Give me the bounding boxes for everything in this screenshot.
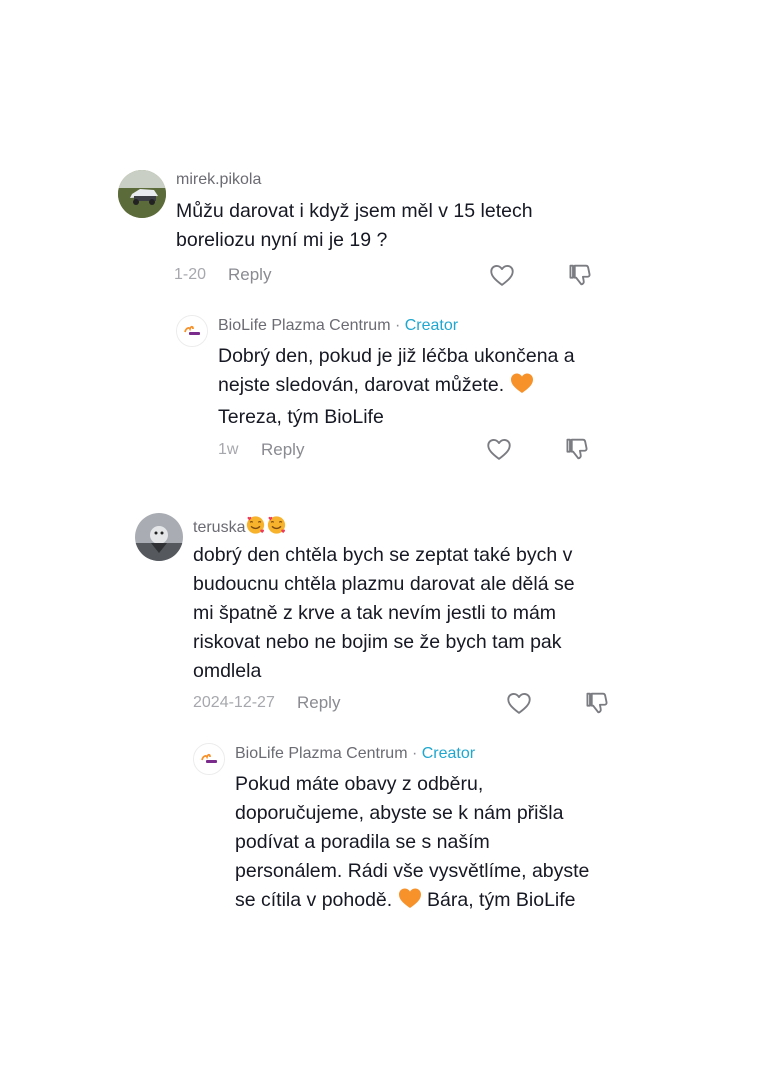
reply-text: Pokud máte obavy z odběru, doporučujeme,…: [235, 770, 589, 918]
avatar[interactable]: [176, 315, 208, 347]
reply-text-line: podívat a poradila se s naším: [235, 831, 490, 853]
reply-button[interactable]: Reply: [228, 265, 271, 285]
comment-text-line: dobrý den chtěla bych se zeptat také byc…: [193, 544, 573, 566]
avatar[interactable]: [135, 513, 183, 561]
reply-text-line: personálem. Rádi vše vysvětlíme, abyste: [235, 860, 590, 882]
comment-username-row: teruska: [193, 515, 287, 540]
creator-badge: Creator: [404, 317, 459, 334]
comment-text-line: Můžu darovat i když jsem měl v 15 letech: [176, 200, 533, 222]
thumbs-down-icon[interactable]: [566, 261, 594, 289]
reply-text-line: doporučujeme, abyste se k nám přišla: [235, 802, 564, 824]
comment-text-line: budoucnu chtěla plazmu darovat ale dělá …: [193, 573, 575, 595]
reply-text-line: Tereza, tým BioLife: [218, 406, 384, 428]
orange-heart-emoji: [510, 372, 534, 403]
separator-dot: ·: [411, 745, 418, 762]
reply-button[interactable]: Reply: [297, 693, 340, 713]
comment-username[interactable]: mirek.pikola: [176, 171, 261, 189]
comment-text-line: boreliozu nyní mi je 19 ?: [176, 229, 388, 251]
heart-outline-icon[interactable]: [488, 261, 516, 289]
comment-date: 1-20: [174, 266, 207, 283]
thumbs-down-icon[interactable]: [583, 689, 611, 717]
thumbs-down-icon[interactable]: [563, 435, 591, 463]
reply-username[interactable]: BioLife Plazma Centrum: [235, 745, 408, 762]
reply-username[interactable]: BioLife Plazma Centrum: [218, 317, 391, 334]
orange-heart-emoji: [398, 887, 422, 918]
comment-text-line: riskovat nebo ne bojim se že bych tam pa…: [193, 631, 562, 653]
reply-text: Dobrý den, pokud je již léčba ukončena a…: [218, 342, 575, 432]
comment-text-line: omdlela: [193, 660, 262, 682]
reply-header: BioLife Plazma Centrum · Creator: [218, 317, 458, 335]
reply-header: BioLife Plazma Centrum · Creator: [235, 745, 475, 763]
creator-badge: Creator: [421, 745, 476, 762]
smiling-face-with-hearts-emoji: [245, 515, 266, 540]
smiling-face-with-hearts-emoji: [266, 515, 287, 540]
comment-text: dobrý den chtěla bych se zeptat také byc…: [193, 541, 575, 686]
comment-text-line: mi špatně z krve a tak nevím jestli to m…: [193, 602, 557, 624]
avatar[interactable]: [118, 170, 166, 218]
reply-text-line: nejste sledován, darovat můžete.: [218, 371, 575, 403]
comment-date: 2024-12-27: [193, 694, 275, 711]
comment-text: Můžu darovat i když jsem měl v 15 letech…: [176, 197, 533, 255]
reply-text-line: Pokud máte obavy z odběru,: [235, 773, 484, 795]
reply-date: 1w: [218, 441, 239, 458]
reply-text-line: Dobrý den, pokud je již léčba ukončena a: [218, 345, 575, 367]
avatar[interactable]: [193, 743, 225, 775]
separator-dot: ·: [394, 317, 401, 334]
comment-username[interactable]: teruska: [193, 519, 245, 536]
reply-text-line: se cítila v pohodě. Bára, tým BioLife: [235, 886, 589, 918]
reply-button[interactable]: Reply: [261, 440, 304, 460]
heart-outline-icon[interactable]: [505, 689, 533, 717]
heart-outline-icon[interactable]: [485, 435, 513, 463]
